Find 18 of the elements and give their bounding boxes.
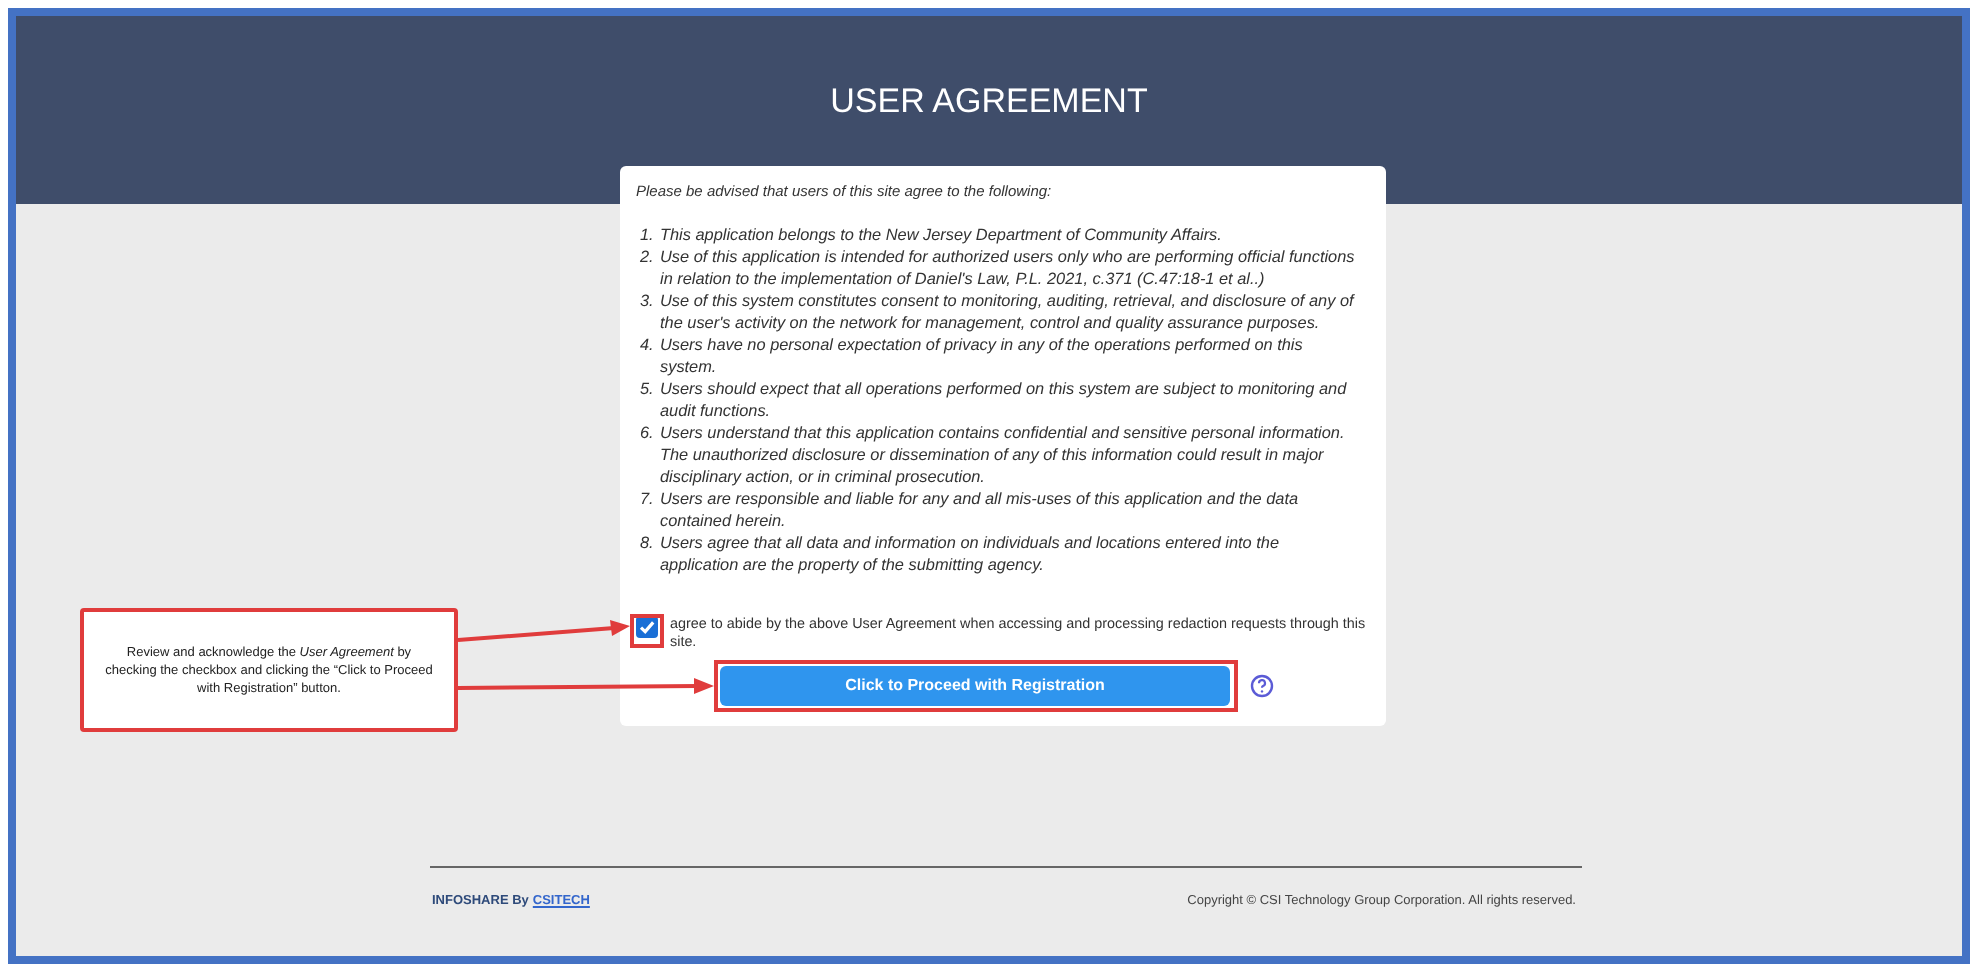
list-number: 5. (640, 378, 656, 403)
proceed-button[interactable]: Click to Proceed with Registration (720, 666, 1230, 707)
list-number: 7. (640, 488, 656, 513)
list-number: 8. (640, 532, 656, 557)
term-text: Users agree that all data and information on individuals and locations entered into the application are the property of the submitting agency. (660, 532, 1282, 577)
term-text: Users should expect that all operations performed on this system are subject to monitoring and audit functions. (660, 378, 1349, 423)
page-title: USER AGREEMENT (830, 80, 1148, 120)
list-number: 1. (640, 224, 656, 247)
term-text: This application belongs to the New Jersey Department of Community Affairs. (660, 224, 1222, 247)
list-number: 4. (640, 334, 656, 359)
list-number: 3. (640, 290, 656, 315)
term-text: Use of this system constitutes consent to monitoring, auditing, retrieval, and disclosure of any of the user's activity on the network for management, control and quality assurance purposes. (660, 290, 1357, 335)
list-number: 2. (640, 246, 656, 271)
term-text: Users have no personal expectation of privacy in any of the operations performed on this system. (660, 334, 1305, 379)
term-text: Users are responsible and liable for any and all mis-uses of this application and the data contained herein. (660, 488, 1301, 533)
list-number: 6. (640, 422, 656, 447)
term-text: Use of this application is intended for authorized users only who are performing official functions in relation to the implementation of Daniel's Law, P.L. 2021, c.371 (C.47:18-1 et al..) (660, 246, 1357, 291)
term-text: Users understand that this application contains confidential and sensitive personal information. The unauthorized disclosure or dissemination of any of this information could result in major disciplinary action, or in criminal prosecution. (660, 422, 1347, 489)
